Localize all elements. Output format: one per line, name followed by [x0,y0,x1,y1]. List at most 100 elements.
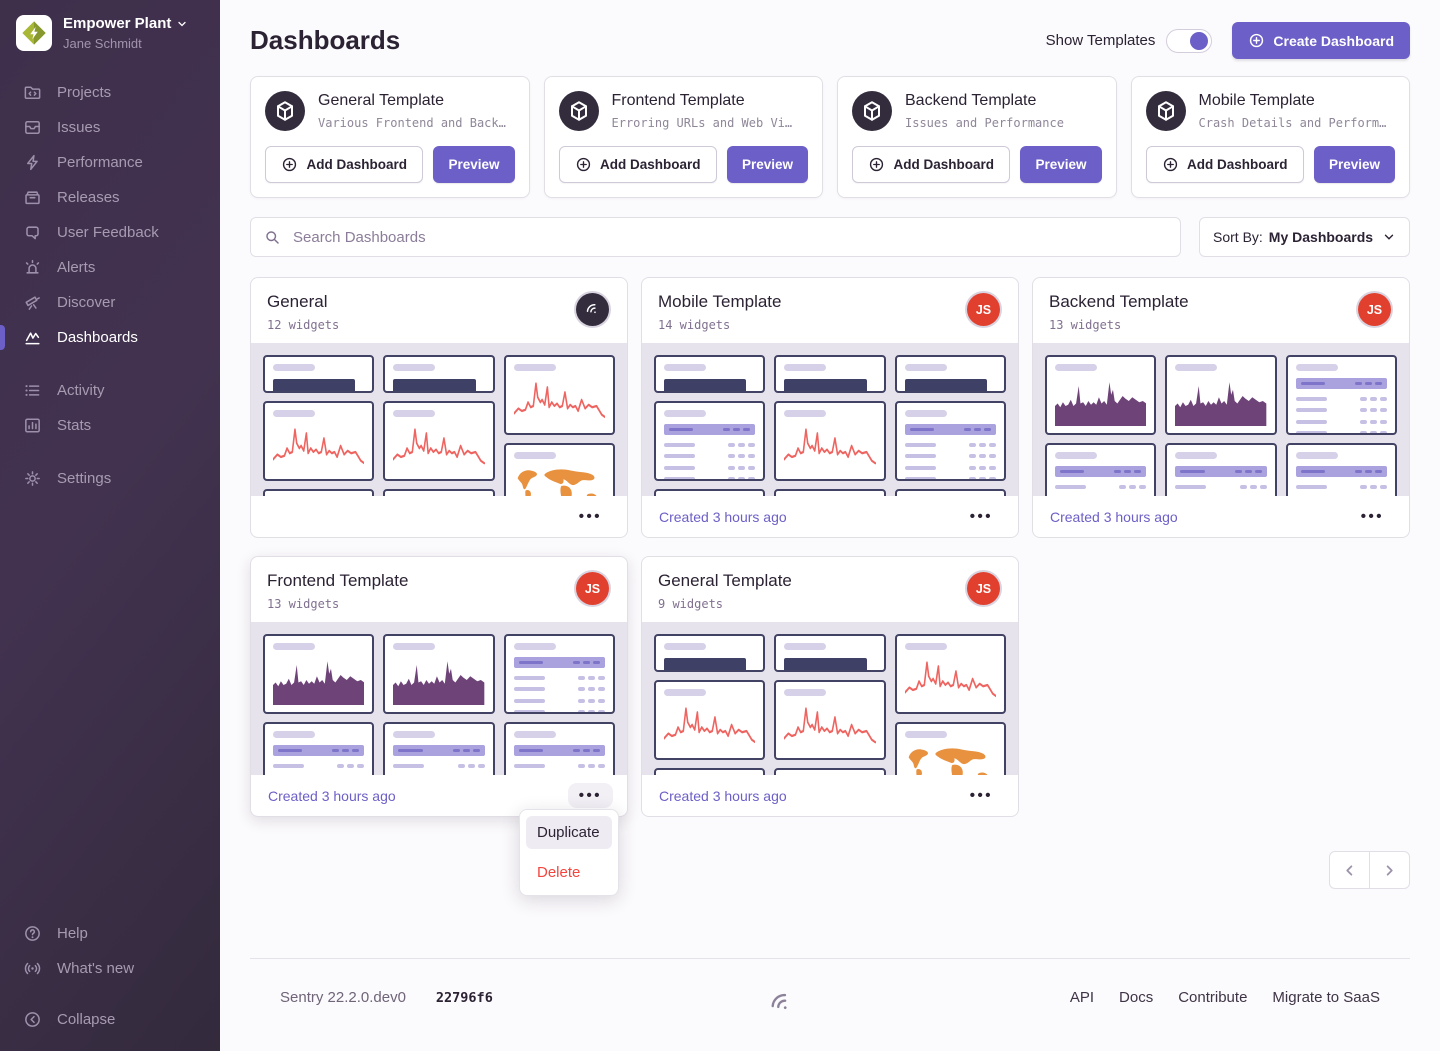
dashboard-card-mobile-template[interactable]: Mobile Template 14 widgets JS Created 3 … [641,277,1019,538]
dashboard-preview [251,622,627,775]
show-templates-toggle[interactable] [1166,29,1212,53]
org-switcher[interactable]: Empower Plant Jane Schmidt [0,0,220,61]
menu-item-delete[interactable]: Delete [526,856,612,889]
template-card-frontend-template: Frontend Template Erroring URLs and Web … [544,76,824,198]
template-card-general-template: General Template Various Frontend and Ba… [250,76,530,198]
preview-column [383,355,494,484]
dashboard-created: Created 3 hours ago [268,788,396,804]
sidebar-item-releases[interactable]: Releases [0,180,220,215]
sort-dropdown[interactable]: Sort By: My Dashboards [1199,217,1410,257]
add-dashboard-button[interactable]: Add Dashboard [559,146,717,183]
sidebar-item-label: Dashboards [57,329,138,347]
footer-link-api[interactable]: API [1070,989,1094,1006]
widget-big-number [654,355,765,393]
widget-table [1165,443,1276,496]
sidebar-item-help[interactable]: Help [0,916,220,951]
chevron-down-icon [176,18,188,30]
dashboards-icon [23,328,42,347]
sidebar-item-stats[interactable]: Stats [0,408,220,443]
preview-button[interactable]: Preview [1314,146,1395,183]
plus-circle-icon [868,156,885,173]
dashboard-context-menu-button[interactable]: ••• [959,783,1004,808]
preview-button[interactable]: Preview [727,146,808,183]
next-page-button[interactable] [1369,851,1410,889]
toggle-knob [1190,32,1208,50]
sidebar-item-activity[interactable]: Activity [0,373,220,408]
widget-area-chart [263,634,374,714]
footer-link-migrate-to-saas[interactable]: Migrate to SaaS [1272,989,1380,1006]
widget-area-chart [383,634,494,714]
org-avatar [16,15,52,51]
sidebar-item-label: Projects [57,84,111,102]
widget-clipped [774,489,885,496]
preview-column [1286,355,1397,484]
sidebar-item-issues[interactable]: Issues [0,110,220,145]
add-dashboard-button[interactable]: Add Dashboard [265,146,423,183]
main-area: Dashboards Show Templates Create Dashboa… [220,0,1440,1051]
alerts-icon [23,258,42,277]
dashboard-context-menu-button[interactable]: ••• [1350,504,1395,529]
dashboard-card-general[interactable]: General 12 widgets ••• [250,277,628,538]
plus-circle-icon [1248,32,1265,49]
dashboard-title: General [267,292,339,312]
sidebar-item-label: Stats [57,417,91,435]
empower-plant-logo-icon [19,18,49,48]
create-dashboard-button[interactable]: Create Dashboard [1232,22,1410,59]
sidebar-item-performance[interactable]: Performance [0,145,220,180]
preview-column [895,634,1006,763]
dashboard-context-menu-button[interactable]: ••• [568,783,613,808]
preview-button[interactable]: Preview [1020,146,1101,183]
user-avatar: JS [967,293,1000,326]
widget-table [1286,355,1397,435]
previous-page-button[interactable] [1329,851,1370,889]
footer-link-contribute[interactable]: Contribute [1178,989,1247,1006]
sidebar-item-discover[interactable]: Discover [0,285,220,320]
sidebar-item-collapse[interactable]: Collapse [0,1002,220,1037]
dashboard-context-menu-button[interactable]: ••• [568,504,613,529]
preview-column [654,634,765,763]
dashboard-title: Mobile Template [658,292,781,312]
template-description: Various Frontend and Back… [318,116,506,130]
dashboard-card-general-template[interactable]: General Template 9 widgets JS Created 3 … [641,556,1019,817]
preview-column [263,355,374,484]
add-dashboard-button[interactable]: Add Dashboard [1146,146,1304,183]
dashboard-widget-count: 13 widgets [1049,318,1189,332]
dashboard-widget-count: 12 widgets [267,318,339,332]
widget-clipped [895,489,1006,496]
sidebar-item-what-s-new[interactable]: What's new [0,951,220,986]
preview-column [1045,355,1156,484]
sidebar-item-user-feedback[interactable]: User Feedback [0,215,220,250]
sidebar-item-alerts[interactable]: Alerts [0,250,220,285]
widget-table [1045,443,1156,496]
footer-link-docs[interactable]: Docs [1119,989,1153,1006]
widget-table [654,401,765,481]
dashboard-card-backend-template[interactable]: Backend Template 13 widgets JS Created 3… [1032,277,1410,538]
sidebar-item-dashboards[interactable]: Dashboards [0,320,220,355]
add-dashboard-button[interactable]: Add Dashboard [852,146,1010,183]
chevron-left-icon [1342,863,1357,878]
search-input[interactable] [291,228,1167,247]
user-avatar: JS [1358,293,1391,326]
preview-column [1165,355,1276,484]
dashboard-created: Created 3 hours ago [659,788,787,804]
dashboard-widget-count: 13 widgets [267,597,408,611]
dashboard-card-frontend-template[interactable]: Frontend Template 13 widgets JS Created … [250,556,628,817]
preview-column [774,634,885,763]
preview-column [504,634,615,763]
preview-column [895,355,1006,484]
widget-line-chart [774,680,885,760]
activity-icon [23,381,42,400]
chevron-down-icon [1382,230,1396,244]
sidebar-item-projects[interactable]: Projects [0,75,220,110]
preview-button[interactable]: Preview [433,146,514,183]
sentry-avatar [576,293,609,326]
dashboard-context-menu-button[interactable]: ••• [959,504,1004,529]
show-templates-label: Show Templates [1046,32,1156,49]
widget-area-chart [1045,355,1156,435]
chevron-right-icon [1382,863,1397,878]
page-title: Dashboards [250,25,400,56]
template-icon [265,91,305,131]
menu-item-duplicate[interactable]: Duplicate [526,816,612,849]
widget-line-chart [774,401,885,481]
sidebar-item-settings[interactable]: Settings [0,461,220,496]
